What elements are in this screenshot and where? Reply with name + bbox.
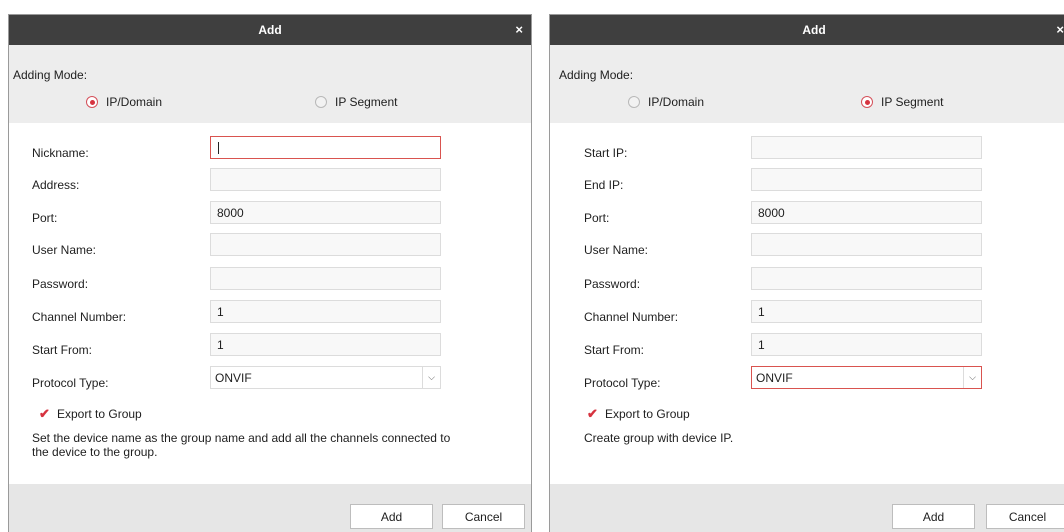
radio-selected-icon xyxy=(86,96,98,108)
nickname-input[interactable] xyxy=(210,136,441,159)
dialog-titlebar: Add × xyxy=(9,15,531,45)
chevron-down-icon: ⌵ xyxy=(422,367,440,388)
nickname-label: Nickname: xyxy=(32,146,89,160)
export-to-group-checkbox[interactable]: ✔ Export to Group xyxy=(587,406,690,422)
protocol-type-value: ONVIF xyxy=(215,370,252,385)
port-input[interactable] xyxy=(751,201,982,224)
radio-ip-domain[interactable]: IP/Domain xyxy=(86,95,162,109)
export-to-group-label: Export to Group xyxy=(605,407,690,421)
start-from-input[interactable] xyxy=(210,333,441,356)
protocol-type-value: ONVIF xyxy=(756,370,793,385)
radio-ip-domain[interactable]: IP/Domain xyxy=(628,95,704,109)
group-note: Set the device name as the group name an… xyxy=(32,431,451,459)
radio-unselected-icon xyxy=(315,96,327,108)
user-name-label: User Name: xyxy=(32,243,97,257)
start-from-label: Start From: xyxy=(584,343,645,357)
export-to-group-checkbox[interactable]: ✔ Export to Group xyxy=(39,406,142,422)
checkmark-icon: ✔ xyxy=(39,406,50,421)
address-label: Address: xyxy=(32,178,80,192)
export-to-group-label: Export to Group xyxy=(57,407,142,421)
radio-ip-segment[interactable]: IP Segment xyxy=(861,95,943,109)
port-label: Port: xyxy=(32,211,58,225)
checkmark-icon: ✔ xyxy=(587,406,598,421)
protocol-type-label: Protocol Type: xyxy=(584,376,661,390)
user-name-input[interactable] xyxy=(751,233,982,256)
close-icon[interactable]: × xyxy=(1056,23,1064,36)
radio-label: IP Segment xyxy=(335,95,398,109)
protocol-type-label: Protocol Type: xyxy=(32,376,109,390)
end-ip-input[interactable] xyxy=(751,168,982,191)
password-input[interactable] xyxy=(751,267,982,290)
text-cursor xyxy=(218,142,219,154)
password-label: Password: xyxy=(32,277,89,291)
channel-number-label: Channel Number: xyxy=(32,310,127,324)
end-ip-label: End IP: xyxy=(584,178,624,192)
cancel-button[interactable]: Cancel xyxy=(986,504,1064,529)
group-note: Create group with device IP. xyxy=(584,431,734,445)
user-name-label: User Name: xyxy=(584,243,649,257)
radio-label: IP/Domain xyxy=(106,95,163,109)
start-from-label: Start From: xyxy=(32,343,93,357)
chevron-down-icon: ⌵ xyxy=(963,367,981,388)
radio-selected-icon xyxy=(861,96,873,108)
add-device-dialog-ip-domain: Add × Adding Mode: IP/Domain IP Segment … xyxy=(8,14,532,532)
add-button[interactable]: Add xyxy=(350,504,433,529)
cancel-button[interactable]: Cancel xyxy=(442,504,525,529)
dialog-title: Add xyxy=(258,23,282,37)
adding-mode-label: Adding Mode: xyxy=(13,68,88,82)
user-name-input[interactable] xyxy=(210,233,441,256)
address-input[interactable] xyxy=(210,168,441,191)
radio-label: IP/Domain xyxy=(648,95,705,109)
radio-unselected-icon xyxy=(628,96,640,108)
password-input[interactable] xyxy=(210,267,441,290)
protocol-type-select[interactable]: ONVIF ⌵ xyxy=(210,366,441,389)
dialog-title: Add xyxy=(802,23,826,37)
close-icon[interactable]: × xyxy=(515,23,523,36)
channel-number-input[interactable] xyxy=(210,300,441,323)
radio-ip-segment[interactable]: IP Segment xyxy=(315,95,397,109)
port-label: Port: xyxy=(584,211,610,225)
start-ip-input[interactable] xyxy=(751,136,982,159)
password-label: Password: xyxy=(584,277,641,291)
channel-number-input[interactable] xyxy=(751,300,982,323)
dialog-titlebar: Add × xyxy=(550,15,1064,45)
port-input[interactable] xyxy=(210,201,441,224)
start-from-input[interactable] xyxy=(751,333,982,356)
start-ip-label: Start IP: xyxy=(584,146,628,160)
adding-mode-label: Adding Mode: xyxy=(559,68,634,82)
add-button[interactable]: Add xyxy=(892,504,975,529)
protocol-type-select[interactable]: ONVIF ⌵ xyxy=(751,366,982,389)
channel-number-label: Channel Number: xyxy=(584,310,679,324)
radio-label: IP Segment xyxy=(881,95,944,109)
add-device-dialog-ip-segment: Add × Adding Mode: IP/Domain IP Segment … xyxy=(549,14,1064,532)
